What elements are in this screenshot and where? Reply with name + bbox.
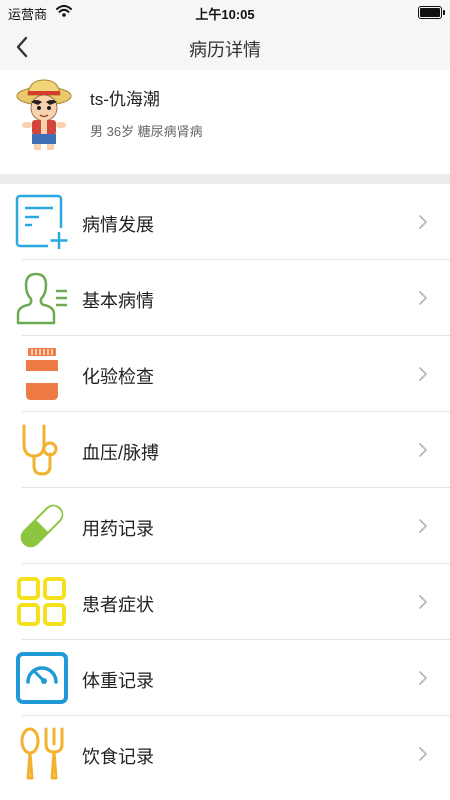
chevron-right-icon: [419, 595, 427, 609]
scale-icon: [16, 652, 68, 704]
status-time: 上午10:05: [195, 7, 255, 22]
menu-item-label: 体重记录: [82, 671, 154, 691]
navigation-bar: 病历详情: [0, 24, 450, 70]
status-bar: 运营商 上午10:05: [0, 0, 450, 24]
menu-item-label: 血压/脉搏: [82, 443, 160, 463]
chevron-right-icon: [419, 215, 427, 229]
patient-name: ts-仇海潮: [90, 90, 160, 109]
capsule-icon: [20, 504, 64, 548]
chevron-right-icon: [419, 443, 427, 457]
menu-item-label: 化验检查: [82, 367, 154, 387]
grid-icon: [17, 577, 66, 626]
page-title: 病历详情: [189, 40, 261, 60]
avatar: [16, 79, 72, 150]
menu-item-lab-tests[interactable]: 化验检查: [0, 336, 450, 412]
menu-item-blood-pressure[interactable]: 血压/脉搏: [0, 412, 450, 488]
menu-item-diet[interactable]: 饮食记录: [0, 716, 450, 792]
record-add-icon: [15, 194, 70, 250]
chevron-right-icon: [419, 291, 427, 305]
battery-icon: [418, 6, 445, 19]
menu-item-label: 饮食记录: [82, 747, 154, 767]
menu-item-label: 基本病情: [82, 291, 154, 311]
menu-item-label: 患者症状: [82, 595, 154, 615]
patient-card: ts-仇海潮 男 36岁 糖尿病肾病: [0, 70, 450, 174]
menu-item-medication[interactable]: 用药记录: [0, 488, 450, 564]
menu-item-label: 用药记录: [82, 519, 154, 539]
person-list-icon: [16, 272, 67, 325]
menu-item-weight[interactable]: 体重记录: [0, 640, 450, 716]
medical-record-menu: 病情发展 基本病情 化验检查 血压/脉搏 用药记录 患者症状 体重记录 饮食记录: [0, 184, 450, 792]
menu-item-basic-condition[interactable]: 基本病情: [0, 260, 450, 336]
patient-info: 男 36岁 糖尿病肾病: [90, 124, 203, 139]
stethoscope-icon: [22, 424, 58, 476]
menu-item-disease-progress[interactable]: 病情发展: [0, 184, 450, 260]
chevron-right-icon: [419, 747, 427, 761]
chevron-right-icon: [419, 367, 427, 381]
pill-bottle-icon: [26, 348, 58, 400]
menu-item-label: 病情发展: [82, 215, 154, 235]
utensils-icon: [20, 727, 64, 780]
section-divider: [0, 174, 450, 184]
chevron-right-icon: [419, 671, 427, 685]
menu-item-symptoms[interactable]: 患者症状: [0, 564, 450, 640]
chevron-right-icon: [419, 519, 427, 533]
